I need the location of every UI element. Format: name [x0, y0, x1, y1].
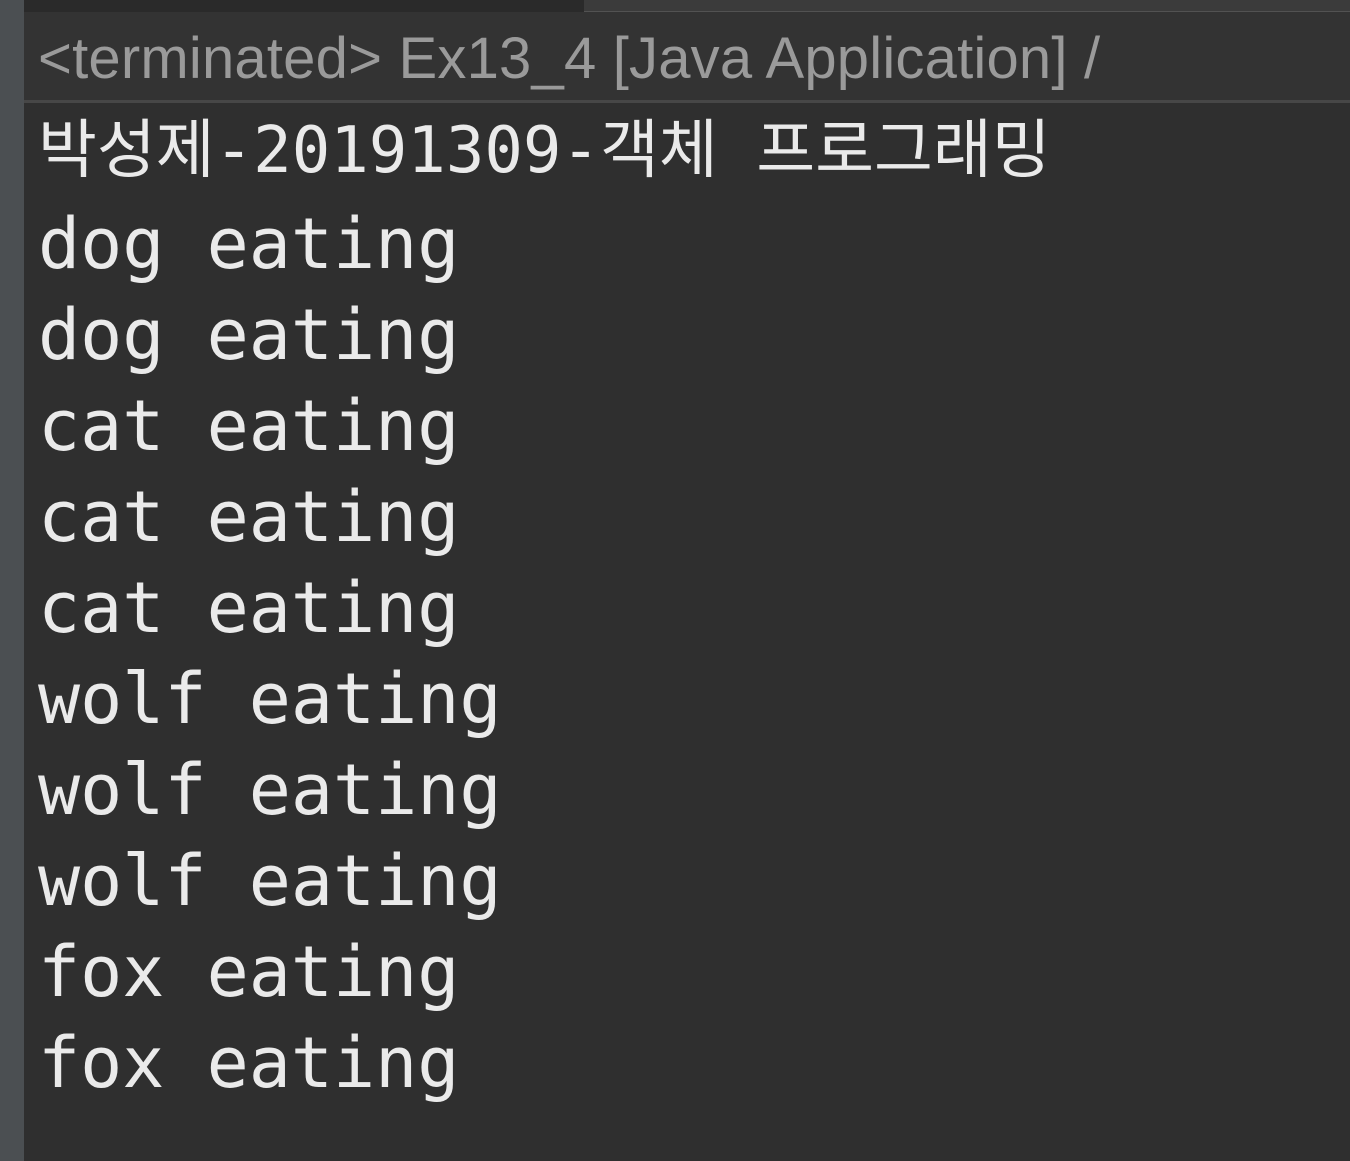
output-line: cat eating — [38, 385, 460, 467]
console-output[interactable]: 박성제-20191309-객체 프로그래밍 dog eating dog eat… — [24, 103, 1350, 1161]
console-launch-description: <terminated> Ex13_4 [Java Application] / — [38, 26, 1101, 91]
output-line: cat eating — [38, 476, 460, 558]
console-tab[interactable] — [24, 0, 584, 12]
output-line: 박성제-20191309-객체 프로그래밍 — [38, 114, 1051, 188]
output-line: fox eating — [38, 1022, 460, 1104]
output-line: fox eating — [38, 931, 460, 1013]
left-gutter — [0, 0, 24, 1161]
console-header: <terminated> Ex13_4 [Java Application] / — [24, 12, 1350, 100]
console-window: <terminated> Ex13_4 [Java Application] /… — [0, 0, 1350, 1161]
output-line: dog eating — [38, 203, 460, 285]
output-line: wolf eating — [38, 749, 502, 831]
output-line: wolf eating — [38, 658, 502, 740]
output-line: wolf eating — [38, 840, 502, 922]
output-line: dog eating — [38, 294, 460, 376]
output-line: cat eating — [38, 567, 460, 649]
